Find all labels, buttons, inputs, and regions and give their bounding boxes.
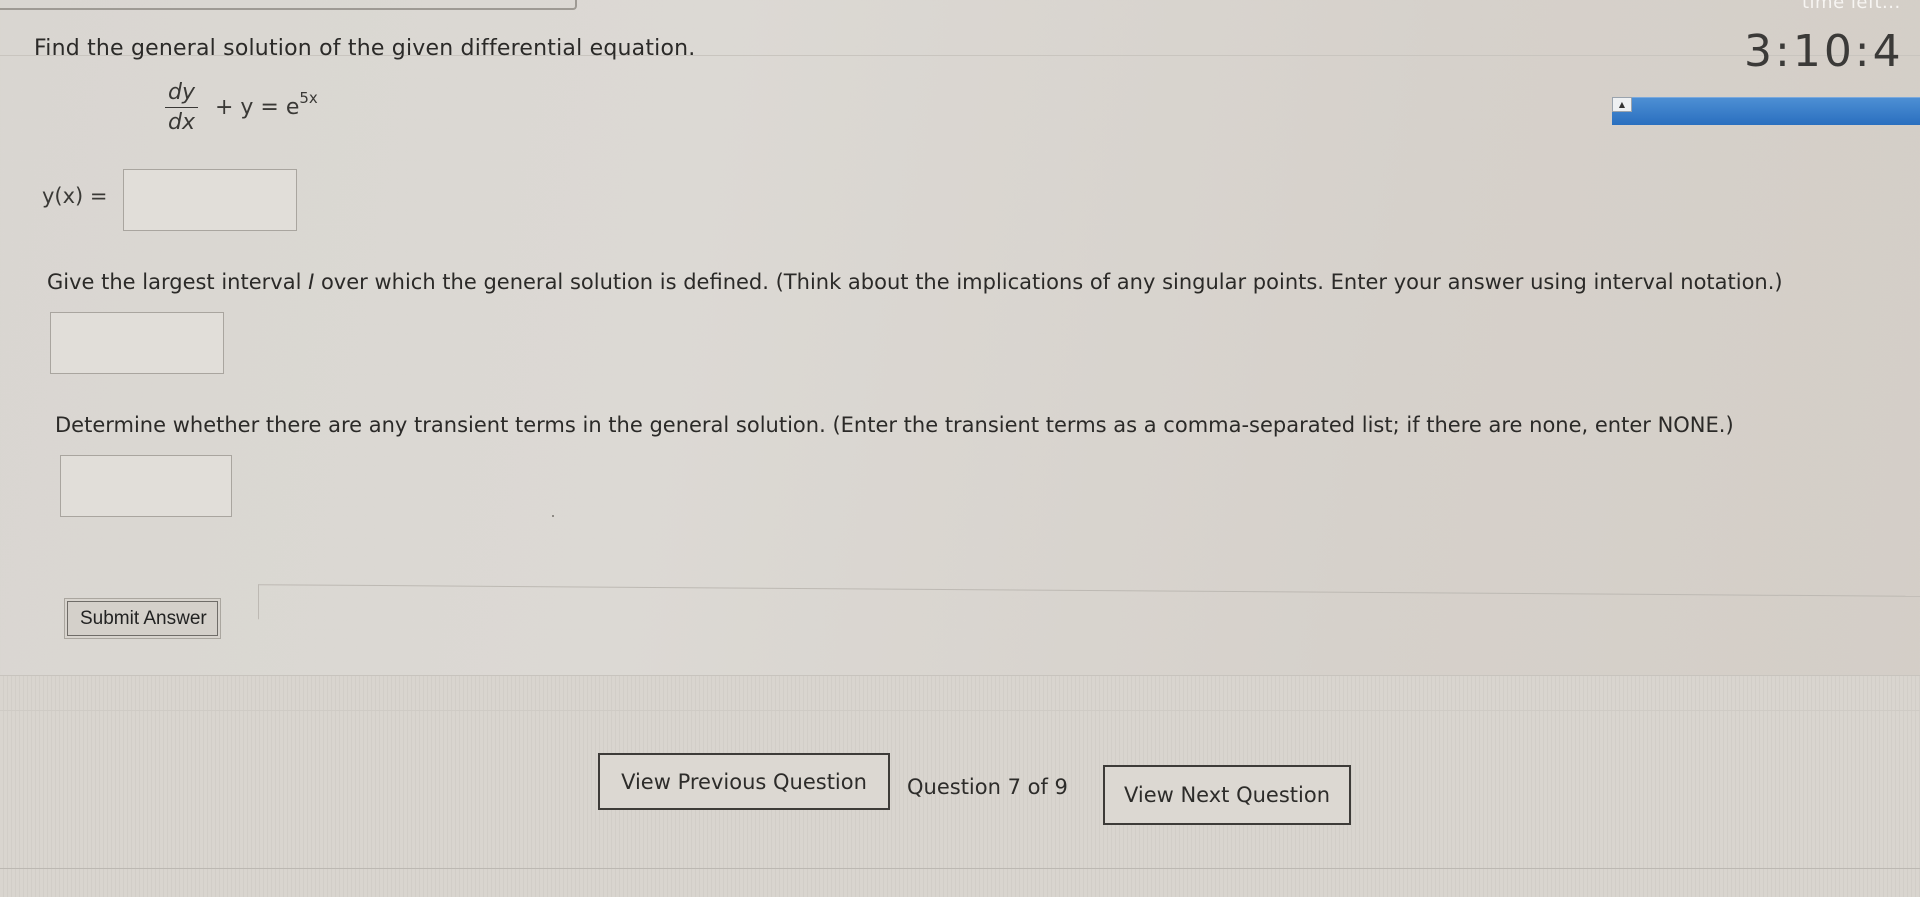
equation-right-side: + y = e5x [207,89,318,120]
navigation-band-line [0,710,1920,711]
transient-input[interactable] [60,455,232,517]
differential-equation: dy dx + y = e5x [165,80,318,135]
collapse-up-icon[interactable]: ▲ [1612,97,1632,112]
interval-prompt: Give the largest interval I over which t… [47,270,1783,294]
timer-caption: time left... [1802,0,1901,13]
equation-terms: + y = e [207,95,300,120]
interval-prompt-start: Give the largest interval [47,270,309,294]
transient-prompt: Determine whether there are any transien… [55,413,1734,437]
timer-bar [1612,97,1920,125]
interval-prompt-end: over which the general solution is defin… [314,270,1783,294]
question-prompt: Find the general solution of the given d… [34,36,696,61]
top-tab-edge [0,0,577,10]
solution-label: y(x) = [42,184,108,208]
view-next-question-button[interactable]: View Next Question [1103,765,1351,825]
equation-exponent: 5x [299,89,318,107]
submit-answer-button[interactable]: Submit Answer [67,601,218,636]
solution-input[interactable] [123,169,297,231]
content-divider [258,584,1920,631]
dust-speck [552,515,554,517]
derivative-fraction: dy dx [165,80,198,135]
interval-input[interactable] [50,312,224,374]
timer-value: 3:10:4 [1744,26,1904,77]
navigation-band-bottom-line [0,868,1920,869]
fraction-numerator: dy [165,80,198,108]
fraction-denominator: dx [168,110,195,135]
submit-container: Submit Answer [64,598,221,639]
view-previous-question-button[interactable]: View Previous Question [598,753,890,810]
question-counter: Question 7 of 9 [907,775,1068,799]
